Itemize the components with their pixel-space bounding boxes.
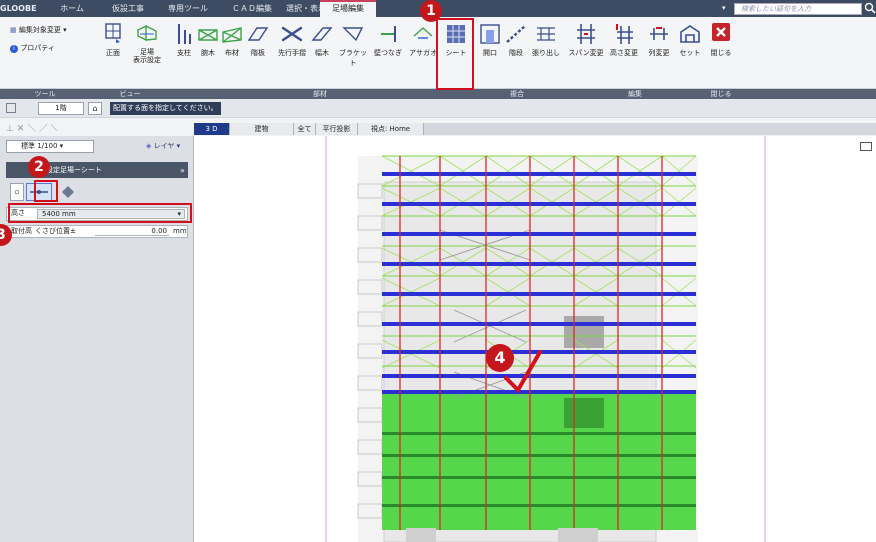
front-view-icon	[105, 23, 121, 43]
row-change-icon	[650, 27, 668, 40]
set-button[interactable]: セット	[676, 22, 704, 58]
height-change-icon	[616, 24, 633, 44]
bracket-icon	[342, 27, 364, 42]
callout-step-1: 1	[420, 0, 442, 22]
panel-toggle-icon[interactable]	[6, 103, 16, 113]
span-change-button[interactable]: スパン変更	[568, 22, 604, 58]
scaffold-display-icon	[137, 24, 157, 42]
settings-panel: 標準 1/100 ▾ ◈ レイヤ ▾ 設定足場ーシート » ▫ 高さ 5400 …	[0, 136, 194, 542]
layer-button[interactable]: ◈ レイヤ ▾	[146, 141, 180, 151]
member-asagao-button[interactable]: アサガオ	[408, 22, 438, 58]
member-pillar-button[interactable]: 支柱	[172, 22, 196, 58]
member-bracket-button[interactable]: ブラケット	[336, 22, 370, 68]
scale-selector[interactable]: 標準 1/100 ▾	[6, 140, 94, 153]
info-icon: i	[10, 45, 18, 53]
opening-button[interactable]: 開口	[478, 22, 502, 58]
close-button[interactable]: 閉じる	[708, 22, 734, 58]
tab-dedicated-tools[interactable]: 専用ツール	[163, 0, 213, 17]
view-tab-viewpoint[interactable]: 視点: Home	[358, 123, 424, 135]
attach-unit: mm	[173, 227, 187, 235]
ribbon-collapse-icon[interactable]: ▾	[722, 4, 730, 12]
tab-temporary-works[interactable]: 仮設工事	[104, 0, 152, 17]
scaffold-drawing	[325, 136, 766, 542]
asagao-icon	[413, 27, 433, 39]
stairs-button[interactable]: 階段	[504, 22, 528, 58]
floor-selector[interactable]: 1階	[38, 102, 84, 115]
view-tab-bar: 3 D 建物 全て 平行投影 視点: Home	[194, 123, 876, 135]
app-window: GLOOBE ホーム 仮設工事 専用ツール ＣＡＤ編集 選択・表示 足場編集 ▾…	[0, 0, 876, 542]
set-icon	[680, 25, 700, 43]
baseboard-icon	[311, 27, 333, 41]
cloth-icon	[222, 27, 242, 43]
sheet-green-area	[382, 392, 696, 530]
tab-scaffold-edit[interactable]: 足場編集	[320, 0, 376, 17]
snap-tools: ⊥ ✕ ＼ ／ ⟍	[6, 124, 58, 134]
arm-icon	[198, 29, 218, 41]
mode-point-button[interactable]: ▫	[10, 183, 24, 201]
attach-value-input[interactable]: 0.00	[95, 227, 169, 236]
group-label-close: 閉じる	[710, 90, 732, 98]
overhang-icon	[537, 27, 555, 41]
wall-tie-icon	[381, 26, 396, 42]
group-label-tools: ツール	[34, 90, 56, 98]
pillar-icon	[178, 24, 191, 44]
member-floor-board-button[interactable]: 階板	[246, 22, 270, 58]
member-cloth-button[interactable]: 布材	[220, 22, 244, 58]
group-label-members: 部材	[313, 90, 327, 98]
attach-height-field[interactable]: 取付高 くさび位置± 0.00 mm	[6, 225, 188, 238]
highlight-sheet-button	[436, 18, 474, 90]
view-tab-parallel[interactable]: 平行投影	[316, 123, 358, 135]
tab-cad-edit[interactable]: ＣＡＤ編集	[224, 0, 280, 17]
maximize-view-icon[interactable]	[860, 142, 872, 151]
handrail-icon	[281, 26, 303, 42]
edit-target-icon: ▦	[10, 26, 17, 34]
tab-home[interactable]: ホーム	[54, 0, 90, 17]
view-tab-all[interactable]: 全て	[294, 123, 316, 135]
stairs-icon	[506, 25, 526, 43]
span-change-icon	[577, 24, 595, 44]
layer-icon: ◈	[146, 142, 152, 150]
callout-step-4: 4	[486, 344, 514, 372]
view-tab-building[interactable]: 建物	[230, 123, 294, 135]
member-handrail-button[interactable]: 先行手摺	[275, 22, 309, 58]
panel-collapse-icon[interactable]: »	[180, 166, 185, 175]
area-mode-icon	[62, 186, 74, 198]
row-change-button[interactable]: 列変更	[644, 22, 674, 58]
member-arm-button[interactable]: 腕木	[196, 22, 220, 58]
edit-target-button[interactable]: ▦ 編集対象変更 ▾	[10, 25, 67, 35]
member-baseboard-button[interactable]: 幅木	[310, 22, 334, 58]
point-icon: ▫	[14, 188, 20, 196]
attach-sublabel: くさび位置±	[35, 227, 76, 235]
opening-icon	[480, 24, 500, 44]
highlight-line-mode	[34, 180, 58, 202]
group-label-edit: 編集	[628, 90, 642, 98]
3d-viewport[interactable]	[196, 136, 876, 542]
group-label-composite: 複合	[510, 90, 524, 98]
search-icon[interactable]	[864, 2, 876, 15]
search-input[interactable]: 検索したい語句を入力	[734, 3, 862, 15]
front-view-button[interactable]: 正面	[100, 22, 126, 58]
highlight-height-field	[8, 203, 192, 223]
attach-label: 取付高	[11, 227, 32, 235]
height-change-button[interactable]: 高さ変更	[606, 22, 642, 58]
view-tab-3d[interactable]: 3 D	[194, 123, 230, 135]
floor-up-icon[interactable]: ⌂	[88, 102, 102, 115]
callout-step-2: 2	[28, 156, 50, 178]
group-label-view: ビュー	[119, 90, 141, 98]
status-hint: 配置する面を指定してください。	[110, 102, 221, 115]
overhang-button[interactable]: 張り出し	[530, 22, 562, 58]
close-icon	[712, 23, 730, 41]
properties-button[interactable]: i プロパティ	[10, 43, 55, 53]
tab-gloobe[interactable]: GLOOBE	[0, 0, 37, 17]
floor-board-icon	[247, 27, 269, 41]
scaffold-display-setting-button[interactable]: 足場 表示設定	[128, 22, 166, 64]
member-wall-tie-button[interactable]: 壁つなぎ	[370, 22, 406, 58]
mode-area-button[interactable]	[60, 183, 76, 201]
command-toolbar: 1階 ⌂ 配置する面を指定してください。	[0, 99, 876, 118]
